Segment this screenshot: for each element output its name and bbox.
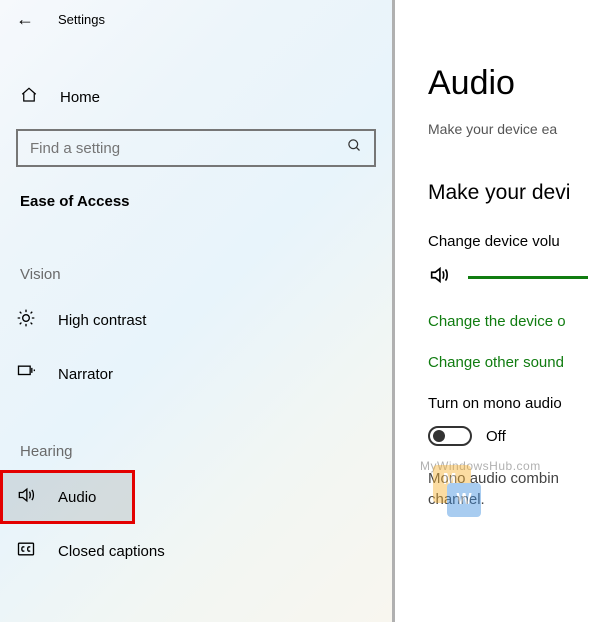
- page-subtitle: Make your device ea: [428, 121, 593, 137]
- brightness-icon: [16, 308, 36, 332]
- mono-toggle-row: Off: [428, 426, 593, 446]
- sidebar-item-audio[interactable]: Audio: [0, 470, 135, 524]
- volume-slider[interactable]: [468, 276, 588, 279]
- home-icon: [20, 86, 38, 109]
- titlebar: ← Settings: [0, 0, 392, 38]
- section-heading: Make your devi: [428, 181, 593, 205]
- search-box[interactable]: [16, 129, 376, 167]
- toggle-state-label: Off: [486, 428, 506, 445]
- sidebar-item-label: Closed captions: [58, 543, 165, 560]
- search-wrap: [16, 129, 376, 167]
- sidebar-item-narrator[interactable]: Narrator: [0, 347, 392, 401]
- mono-desc: Mono audio combin channel.: [428, 468, 593, 510]
- narrator-icon: [16, 362, 36, 386]
- content-panel: Audio Make your device ea Make your devi…: [398, 0, 593, 622]
- search-input[interactable]: [30, 140, 347, 157]
- sidebar: ← Settings Home Ease of Access Vision: [0, 0, 395, 622]
- home-label: Home: [60, 89, 100, 106]
- group-vision-label: Vision: [0, 224, 392, 293]
- closed-captions-icon: [16, 539, 36, 563]
- sidebar-item-closed-captions[interactable]: Closed captions: [0, 524, 392, 578]
- sidebar-item-label: Narrator: [58, 366, 113, 383]
- group-hearing-label: Hearing: [0, 401, 392, 470]
- mono-audio-label: Turn on mono audio: [428, 395, 593, 412]
- speaker-icon: [428, 264, 450, 291]
- back-arrow-icon[interactable]: ←: [16, 10, 34, 28]
- sidebar-item-label: Audio: [58, 489, 96, 506]
- app-title: Settings: [58, 12, 105, 27]
- volume-label: Change device volu: [428, 233, 593, 250]
- section-title: Ease of Access: [0, 167, 392, 224]
- sidebar-item-label: High contrast: [58, 312, 146, 329]
- page-title: Audio: [428, 64, 593, 103]
- speaker-icon: [16, 485, 36, 509]
- link-change-other-sound[interactable]: Change other sound: [428, 354, 593, 371]
- mono-audio-toggle[interactable]: [428, 426, 472, 446]
- sidebar-item-high-contrast[interactable]: High contrast: [0, 293, 392, 347]
- link-change-device[interactable]: Change the device o: [428, 313, 593, 330]
- volume-slider-row: [428, 264, 593, 291]
- home-nav[interactable]: Home: [0, 74, 392, 121]
- search-icon: [347, 138, 362, 158]
